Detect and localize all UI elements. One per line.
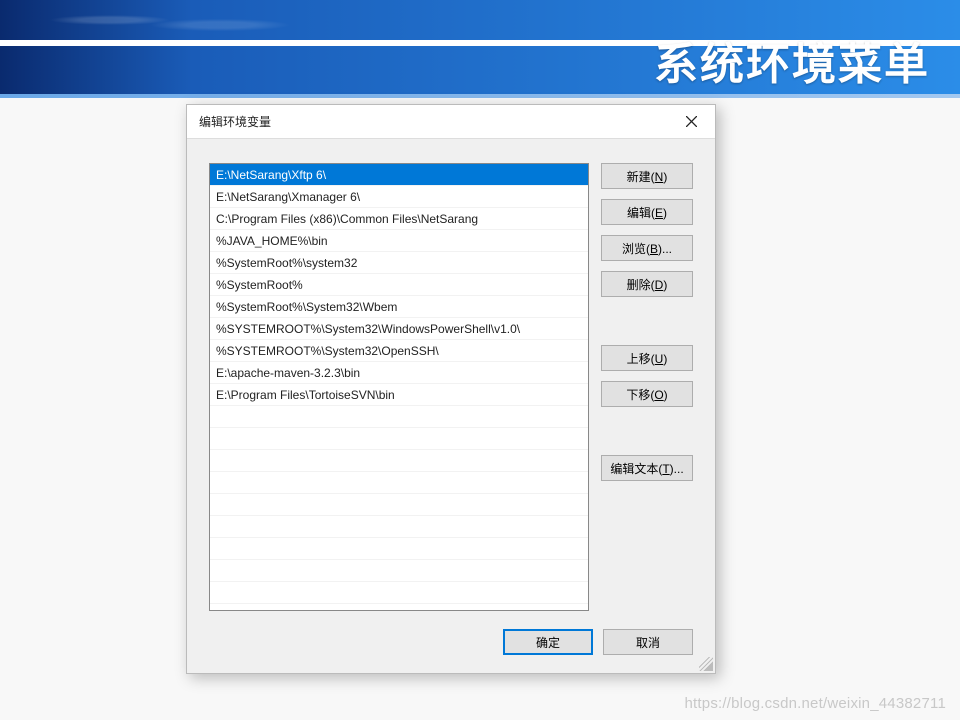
list-item[interactable]: %SystemRoot%	[210, 274, 588, 296]
list-item[interactable]: E:\Program Files\TortoiseSVN\bin	[210, 384, 588, 406]
delete-button[interactable]: 删除(D)	[601, 271, 693, 297]
new-button[interactable]: 新建(N)	[601, 163, 693, 189]
dialog-title: 编辑环境变量	[199, 113, 271, 130]
cancel-button[interactable]: 取消	[603, 629, 693, 655]
list-item-empty[interactable]	[210, 516, 588, 538]
dialog-titlebar[interactable]: 编辑环境变量	[187, 105, 715, 139]
close-button[interactable]	[675, 108, 707, 136]
list-item-empty[interactable]	[210, 428, 588, 450]
path-listbox[interactable]: E:\NetSarang\Xftp 6\E:\NetSarang\Xmanage…	[209, 163, 589, 611]
list-item[interactable]: %JAVA_HOME%\bin	[210, 230, 588, 252]
slide-title: 系统环境菜单	[654, 28, 930, 92]
edit-text-button[interactable]: 编辑文本(T)...	[601, 455, 693, 481]
list-item-empty[interactable]	[210, 406, 588, 428]
close-icon	[686, 116, 697, 127]
list-item-empty[interactable]	[210, 560, 588, 582]
dialog-content: E:\NetSarang\Xftp 6\E:\NetSarang\Xmanage…	[187, 139, 715, 673]
list-item[interactable]: %SystemRoot%\system32	[210, 252, 588, 274]
list-item[interactable]: E:\NetSarang\Xmanager 6\	[210, 186, 588, 208]
list-item-empty[interactable]	[210, 582, 588, 604]
list-item-empty[interactable]	[210, 494, 588, 516]
move-up-button[interactable]: 上移(U)	[601, 345, 693, 371]
side-buttons: 新建(N) 编辑(E) 浏览(B)... 删除(D) 上移(U) 下移(O) 编…	[601, 163, 693, 611]
dialog-footer: 确定 取消	[503, 629, 693, 655]
slide-banner: 系统环境菜单	[0, 0, 960, 98]
list-item-empty[interactable]	[210, 538, 588, 560]
list-item[interactable]: E:\apache-maven-3.2.3\bin	[210, 362, 588, 384]
list-item[interactable]: C:\Program Files (x86)\Common Files\NetS…	[210, 208, 588, 230]
list-item[interactable]: E:\NetSarang\Xftp 6\	[210, 164, 588, 186]
edit-button[interactable]: 编辑(E)	[601, 199, 693, 225]
resize-grip-icon[interactable]	[699, 657, 713, 671]
ok-button[interactable]: 确定	[503, 629, 593, 655]
banner-stripe-bottom	[0, 94, 960, 98]
browse-button[interactable]: 浏览(B)...	[601, 235, 693, 261]
list-item[interactable]: %SystemRoot%\System32\Wbem	[210, 296, 588, 318]
list-item-empty[interactable]	[210, 472, 588, 494]
watermark-text: https://blog.csdn.net/weixin_44382711	[685, 695, 946, 712]
list-item[interactable]: %SYSTEMROOT%\System32\WindowsPowerShell\…	[210, 318, 588, 340]
list-item[interactable]: %SYSTEMROOT%\System32\OpenSSH\	[210, 340, 588, 362]
list-item-empty[interactable]	[210, 450, 588, 472]
move-down-button[interactable]: 下移(O)	[601, 381, 693, 407]
edit-env-var-dialog: 编辑环境变量 E:\NetSarang\Xftp 6\E:\NetSarang\…	[186, 104, 716, 674]
